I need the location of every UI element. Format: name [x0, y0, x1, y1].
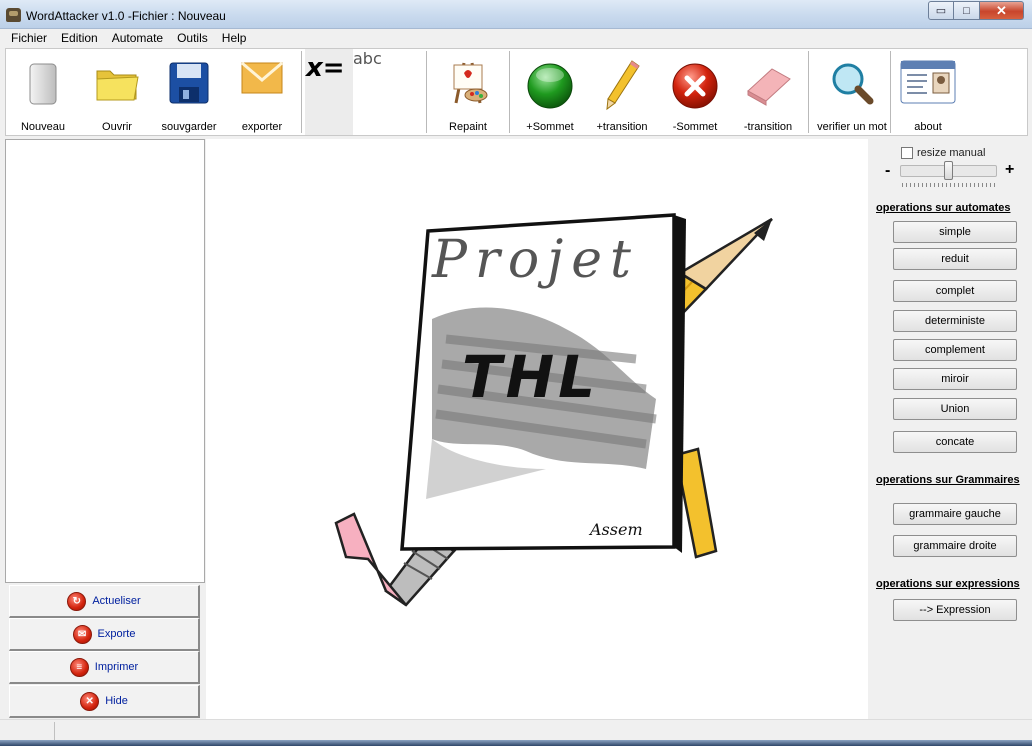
hide-label: Hide [105, 695, 128, 707]
op-concate-button[interactable]: concate [893, 431, 1017, 453]
add-transition-label: +transition [596, 121, 648, 133]
menu-help[interactable]: Help [215, 29, 254, 48]
add-transition-button[interactable]: +transition [588, 49, 656, 135]
export-list-label: Exporte [97, 628, 136, 640]
splash-signature: Assem [588, 520, 643, 539]
about-button[interactable]: about [894, 49, 962, 135]
print-label: Imprimer [94, 661, 139, 673]
splash-title: Projet [431, 230, 639, 290]
splash-subtitle: THL [462, 343, 599, 411]
add-state-label: +Sommet [526, 121, 574, 133]
title-bar[interactable]: WordAttacker v1.0 -Fichier : Nouveau ▭ □… [0, 0, 1032, 29]
id-card-icon [900, 60, 956, 104]
hide-button[interactable]: ✕ Hide [9, 685, 200, 718]
export-label: exporter [241, 121, 283, 133]
splash-illustration: Projet THL Assem [334, 213, 773, 607]
print-button[interactable]: ≡ Imprimer [9, 651, 200, 684]
envelope-icon [241, 61, 283, 94]
floppy-disk-icon [169, 62, 209, 104]
magnifier-icon [832, 63, 874, 105]
grammar-ops-title: operations sur Grammaires [876, 474, 1020, 486]
maximize-button[interactable]: □ [954, 1, 980, 20]
expression-ops-title: operations sur expressions [876, 578, 1020, 590]
op-union-button[interactable]: Union [893, 398, 1017, 420]
pencil-icon [606, 60, 640, 111]
op-grammaire-gauche-button[interactable]: grammaire gauche [893, 503, 1017, 525]
open-button[interactable]: Ouvrir [82, 49, 152, 135]
folder-icon [96, 70, 139, 101]
mail-icon: ✉ [72, 624, 92, 644]
regex-formula-icon: x= abc [306, 49, 382, 83]
repaint-label: Repaint [449, 121, 487, 133]
remove-transition-label: -transition [743, 121, 793, 133]
toolbar-separator [890, 51, 891, 133]
add-state-button[interactable]: +Sommet [516, 49, 584, 135]
op-grammaire-droite-button[interactable]: grammaire droite [893, 535, 1017, 557]
eraser-icon [747, 68, 791, 106]
repaint-button[interactable]: Repaint [434, 49, 502, 135]
minimize-button[interactable]: ▭ [928, 1, 954, 20]
menu-automate[interactable]: Automate [105, 29, 170, 48]
app-window: WordAttacker v1.0 -Fichier : Nouveau ▭ □… [0, 0, 1032, 746]
verify-word-button[interactable]: verifier un mot [812, 49, 892, 135]
open-label: Ouvrir [102, 121, 132, 133]
remove-transition-button[interactable]: -transition [734, 49, 802, 135]
about-label: about [914, 121, 942, 133]
remove-state-label: -Sommet [672, 121, 718, 133]
op-reduit-button[interactable]: reduit [893, 248, 1017, 270]
resize-manual-checkbox[interactable] [901, 147, 913, 159]
resize-manual-row[interactable]: resize manual [901, 147, 985, 159]
new-label: Nouveau [20, 121, 66, 133]
window-controls: ▭ □ ✕ [928, 1, 1024, 20]
toolbar-separator [509, 51, 510, 133]
window-title: WordAttacker v1.0 -Fichier : Nouveau [26, 9, 226, 23]
remove-state-button[interactable]: -Sommet [660, 49, 730, 135]
op-simple-button[interactable]: simple [893, 221, 1017, 243]
app-icon [6, 8, 21, 22]
green-circle-icon [527, 63, 573, 109]
taskbar-edge [0, 740, 1032, 746]
easel-paint-icon [453, 62, 488, 104]
zoom-slider-thumb[interactable] [944, 161, 953, 180]
menu-edition[interactable]: Edition [54, 29, 105, 48]
red-x-circle-icon [672, 63, 718, 109]
op-complet-button[interactable]: complet [893, 280, 1017, 302]
verify-word-label: verifier un mot [817, 121, 887, 133]
resize-manual-label: resize manual [917, 147, 986, 159]
save-button[interactable]: souvgarder [156, 49, 222, 135]
print-icon: ≡ [69, 657, 89, 677]
automata-ops-title: operations sur automates [876, 202, 1011, 214]
drawing-canvas[interactable]: Projet THL Assem [206, 139, 868, 719]
export-list-button[interactable]: ✉ Exporte [9, 618, 200, 651]
toolbar-separator [301, 51, 302, 133]
op-miroir-button[interactable]: miroir [893, 368, 1017, 390]
toolbar-separator [808, 51, 809, 133]
refresh-icon: ↻ [67, 591, 87, 611]
menu-bar: Fichier Edition Automate Outils Help [0, 29, 1032, 48]
op-expression-button[interactable]: --> Expression [893, 599, 1017, 621]
operations-panel: resize manual - + operations sur automat… [869, 139, 1029, 719]
op-complement-button[interactable]: complement [893, 339, 1017, 361]
save-label: souvgarder [161, 121, 217, 133]
zoom-out-label: - [885, 162, 891, 179]
toolbar-separator [426, 51, 427, 133]
new-button[interactable]: Nouveau [10, 49, 76, 135]
menu-fichier[interactable]: Fichier [4, 29, 54, 48]
zoom-in-label: + [1005, 161, 1015, 178]
close-button[interactable]: ✕ [980, 1, 1024, 20]
zoom-slider-ticks [902, 183, 996, 187]
refresh-button[interactable]: ↻ Actueliser [9, 585, 200, 618]
left-panel: ↻ Actueliser ✉ Exporte ≡ Imprimer ✕ Hide [5, 139, 205, 719]
formula-abc-label: abc [353, 49, 382, 68]
toolbar: Nouveau Ouvrir souvgarder exporter x= ab… [5, 48, 1028, 136]
menu-outils[interactable]: Outils [170, 29, 215, 48]
op-deterministe-button[interactable]: deterministe [893, 310, 1017, 332]
automata-list[interactable] [5, 139, 205, 583]
close-icon: ✕ [80, 691, 100, 711]
export-button[interactable]: exporter [228, 49, 296, 135]
refresh-label: Actueliser [92, 595, 141, 607]
new-file-icon [29, 63, 57, 105]
